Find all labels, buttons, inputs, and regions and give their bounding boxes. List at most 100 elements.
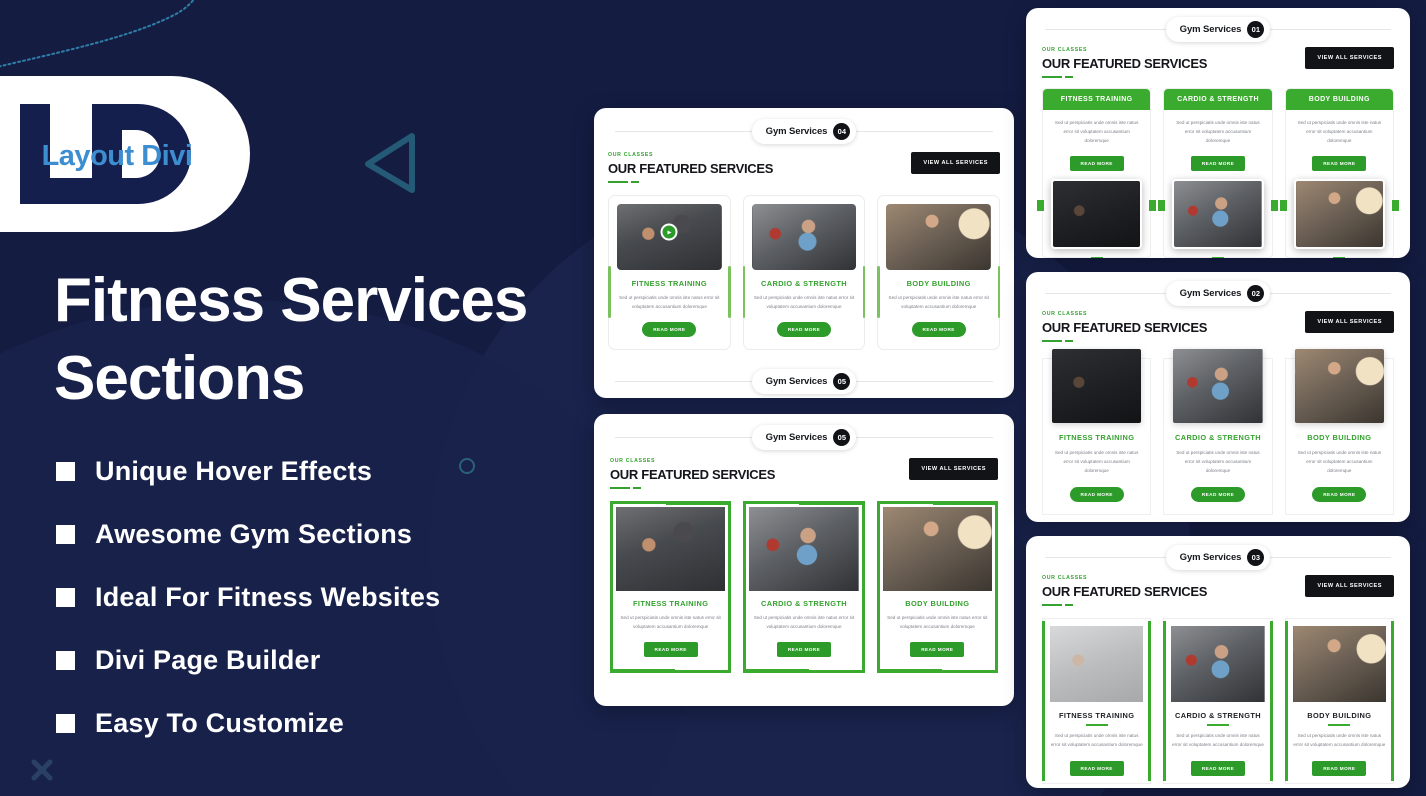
service-title: FITNESS TRAINING <box>1043 89 1151 110</box>
list-item: Ideal For Fitness Websites <box>56 566 596 629</box>
logo-wordmark: Layout Divi <box>41 140 193 172</box>
section-eyebrow: OUR CLASSES <box>1042 575 1088 581</box>
accent-edge <box>1284 621 1288 781</box>
brand-logo: Layout Divi <box>0 76 250 232</box>
feature-label: Ideal For Fitness Websites <box>95 582 441 612</box>
read-more-button[interactable]: READ MORE <box>1190 156 1246 171</box>
read-more-button[interactable]: READ MORE <box>643 642 698 657</box>
badge-label: Gym Services <box>765 125 828 137</box>
section-title: OUR FEATURED SERVICES <box>608 161 774 176</box>
service-title: FITNESS TRAINING <box>1058 433 1135 442</box>
preview-card-02[interactable]: Gym Services 02 OUR CLASSES OUR FEATURED… <box>1026 272 1410 522</box>
service-description: Sed ut perspiciatis unde omnis iste natu… <box>1176 450 1260 473</box>
section-badge: Gym Services 02 <box>1026 279 1410 307</box>
service-column[interactable]: BODY BUILDING Sed ut perspiciatis unde o… <box>1284 618 1394 784</box>
service-column[interactable]: CARDIO & STRENGTH Sed ut perspiciatis un… <box>1163 349 1273 515</box>
accent-nub <box>799 501 865 505</box>
close-icon[interactable] <box>29 757 55 783</box>
read-more-button[interactable]: READ MORE <box>910 642 965 657</box>
read-more-button[interactable]: READ MORE <box>1069 761 1124 776</box>
service-column[interactable]: BODY BUILDING Sed ut perspiciatis unde o… <box>877 195 1001 350</box>
read-more-button[interactable]: READ MORE <box>1069 487 1124 502</box>
view-all-services-button[interactable]: VIEW ALL SERVICES <box>909 458 998 480</box>
service-column[interactable]: CARDIO & STRENGTH Sed ut perspiciatis un… <box>742 195 866 350</box>
badge-label: Gym Services <box>765 431 828 443</box>
title-underline <box>1042 76 1207 78</box>
service-title: CARDIO & STRENGTH <box>1164 89 1272 110</box>
view-all-services-button[interactable]: VIEW ALL SERVICES <box>1305 575 1394 597</box>
read-more-button[interactable]: READ MORE <box>1190 487 1246 502</box>
section-badge-next: Gym Services 05 <box>594 368 1014 394</box>
accent-edge <box>1042 621 1045 781</box>
service-photo <box>1172 179 1264 249</box>
accent-nub <box>1158 199 1166 211</box>
service-column[interactable]: BODY BUILDING Sed ut perspiciatis unde o… <box>1279 88 1399 258</box>
service-column[interactable]: FITNESS TRAINING Sed ut perspiciatis und… <box>1042 618 1152 784</box>
read-more-button[interactable]: READ MORE <box>1190 761 1246 776</box>
square-bullet-icon <box>56 651 75 670</box>
square-bullet-icon <box>56 588 75 607</box>
service-column[interactable]: BODY BUILDING Sed ut perspiciatis unde o… <box>1284 349 1394 515</box>
service-column[interactable]: CARDIO & STRENGTH Sed ut perspiciatis un… <box>1158 88 1278 258</box>
dotted-curve-decoration <box>0 0 195 68</box>
service-description: Sed ut perspiciatis unde omnis iste natu… <box>620 615 721 629</box>
service-column[interactable]: FITNESS TRAINING Sed ut perspiciatis und… <box>610 501 732 673</box>
service-photo <box>1292 626 1386 702</box>
section-header: OUR CLASSES OUR FEATURED SERVICES VIEW A… <box>1042 47 1394 78</box>
service-column[interactable]: FITNESS TRAINING Sed ut perspiciatis und… <box>1037 88 1157 258</box>
accent-nub <box>610 669 676 673</box>
service-column[interactable]: BODY BUILDING Sed ut perspiciatis unde o… <box>876 501 998 673</box>
service-title: BODY BUILDING <box>1307 711 1372 720</box>
view-all-services-button[interactable]: VIEW ALL SERVICES <box>911 152 1000 174</box>
preview-card-01[interactable]: Gym Services 01 OUR CLASSES OUR FEATURED… <box>1026 8 1410 258</box>
service-column[interactable]: CARDIO & STRENGTH Sed ut perspiciatis un… <box>1163 618 1273 784</box>
accent-nub <box>666 501 732 505</box>
service-description: Sed ut perspiciatis unde omnis iste natu… <box>753 615 855 629</box>
accent-nub <box>1037 199 1044 211</box>
service-column[interactable]: FITNESS TRAINING Sed ut perspiciatis und… <box>608 195 731 350</box>
list-item: Awesome Gym Sections <box>56 503 596 566</box>
read-more-button[interactable]: READ MORE <box>776 642 832 657</box>
read-more-button[interactable]: READ MORE <box>1312 761 1367 776</box>
view-all-services-button[interactable]: VIEW ALL SERVICES <box>1305 311 1394 333</box>
preview-card-03[interactable]: Gym Services 03 OUR CLASSES OUR FEATURED… <box>1026 536 1410 788</box>
service-title: CARDIO & STRENGTH <box>1174 433 1262 442</box>
section-title: OUR FEATURED SERVICES <box>1042 320 1208 335</box>
service-title: BODY BUILDING <box>1285 89 1393 110</box>
section-badge: Gym Services 01 <box>1026 15 1410 43</box>
read-more-button[interactable]: READ MORE <box>776 322 832 337</box>
read-more-button[interactable]: READ MORE <box>911 322 966 337</box>
badge-number: 01 <box>1247 20 1265 38</box>
service-description: Sed ut perspiciatis unde omnis iste natu… <box>1297 120 1382 143</box>
page-title-line-1: Fitness Services <box>54 266 528 335</box>
accent-edge <box>1390 621 1394 781</box>
service-column[interactable]: CARDIO & STRENGTH Sed ut perspiciatis un… <box>743 501 865 673</box>
feature-label: Easy To Customize <box>95 708 344 738</box>
read-more-button[interactable]: READ MORE <box>1312 156 1367 171</box>
section-header: OUR CLASSES OUR FEATURED SERVICES VIEW A… <box>610 458 998 489</box>
square-bullet-icon <box>56 462 75 481</box>
service-column[interactable]: FITNESS TRAINING Sed ut perspiciatis und… <box>1042 349 1152 515</box>
section-badge: Gym Services 04 <box>594 116 1014 146</box>
preview-card-04[interactable]: Gym Services 04 OUR CLASSES OUR FEATURED… <box>594 108 1014 398</box>
service-description: Sed ut perspiciatis unde omnis iste natu… <box>887 615 988 629</box>
accent-edge <box>1163 621 1167 781</box>
read-more-button[interactable]: READ MORE <box>1069 156 1124 171</box>
badge-label: Gym Services <box>1179 287 1242 299</box>
accent-tab <box>1333 257 1346 258</box>
section-badge: Gym Services 05 <box>594 422 1014 452</box>
service-description: Sed ut perspiciatis unde omnis iste natu… <box>1297 450 1382 473</box>
service-description: Sed ut perspiciatis unde omnis iste natu… <box>753 295 855 309</box>
preview-card-05[interactable]: Gym Services 05 OUR CLASSES OUR FEATURED… <box>594 414 1014 706</box>
service-photo <box>886 204 992 270</box>
read-more-button[interactable]: READ MORE <box>1312 487 1367 502</box>
service-description: Sed ut perspiciatis unde omnis iste natu… <box>1176 120 1260 143</box>
accent-nub <box>932 501 998 505</box>
title-underline <box>1206 724 1229 726</box>
read-more-button[interactable]: READ MORE <box>642 322 697 337</box>
list-item: Divi Page Builder <box>56 629 596 692</box>
view-all-services-button[interactable]: VIEW ALL SERVICES <box>1305 47 1394 69</box>
section-header: OUR CLASSES OUR FEATURED SERVICES VIEW A… <box>1042 311 1394 342</box>
service-description: Sed ut perspiciatis unde omnis iste natu… <box>1293 733 1386 747</box>
play-icon[interactable] <box>660 223 678 241</box>
